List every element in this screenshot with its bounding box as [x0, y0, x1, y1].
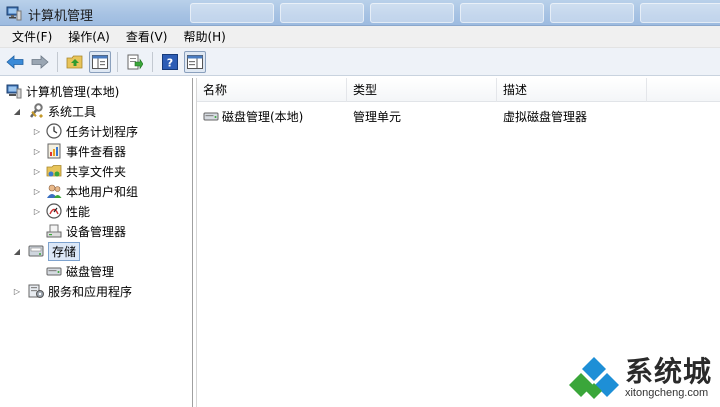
title-bar: 计算机管理: [0, 0, 720, 26]
tree-label: 设备管理器: [66, 224, 127, 239]
tree-node-shared-folders[interactable]: ▷ 共享文件夹: [32, 161, 126, 181]
export-list-button[interactable]: [124, 51, 146, 73]
up-level-button[interactable]: [64, 51, 86, 73]
tree-label: 事件查看器: [66, 144, 127, 159]
toolbar-separator: [152, 51, 153, 72]
column-headers: 名称 类型 描述: [197, 78, 720, 102]
forward-button[interactable]: [29, 51, 51, 73]
watermark-logo-icon: [568, 357, 619, 399]
ghost-tab: [190, 3, 274, 23]
toolbar: ?: [0, 48, 720, 76]
site-watermark: 系统城 xitongcheng.com: [568, 355, 712, 401]
tree-node-local-users[interactable]: ▷ 本地用户和组: [32, 181, 138, 201]
tree-node-task-scheduler[interactable]: ▷ 任务计划程序: [32, 121, 138, 141]
tree-label: 系统工具: [48, 104, 97, 119]
toolbar-separator: [57, 51, 58, 72]
performance-gauge-icon: [46, 203, 62, 219]
menu-help[interactable]: 帮助(H): [175, 27, 233, 47]
tree-node-disk-management[interactable]: 磁盘管理: [46, 261, 114, 281]
cell-description: 虚拟磁盘管理器: [503, 109, 588, 124]
ghost-tab: [550, 3, 634, 23]
event-viewer-icon: [47, 143, 61, 159]
computer-management-icon: [6, 6, 22, 21]
tree-label: 磁盘管理: [66, 264, 115, 279]
expand-arrow-icon[interactable]: ▷: [32, 186, 42, 196]
device-manager-icon: [46, 224, 62, 238]
tree-node-services-apps[interactable]: ▷ 服务和应用程序: [12, 281, 132, 301]
ghost-tab: [460, 3, 544, 23]
ghost-tab: [280, 3, 364, 23]
up-folder-icon: [66, 55, 83, 68]
shared-folder-icon: [46, 165, 62, 177]
help-button[interactable]: ?: [159, 51, 181, 73]
background-taskbar-tabs: [190, 3, 720, 25]
menu-action[interactable]: 操作(A): [60, 27, 118, 47]
services-icon: [28, 284, 44, 298]
window-title: 计算机管理: [28, 9, 94, 24]
tree-node-performance[interactable]: ▷ 性能: [32, 201, 90, 221]
tools-icon: [30, 103, 44, 119]
back-arrow-icon: [6, 54, 24, 69]
menu-view[interactable]: 查看(V): [118, 27, 176, 47]
tree-node-system-tools[interactable]: ◢ 系统工具: [12, 101, 96, 121]
tree-label: 服务和应用程序: [48, 284, 133, 299]
tree-node-root[interactable]: 计算机管理(本地): [6, 81, 119, 101]
tree-label: 本地用户和组: [66, 184, 139, 199]
disk-drive-icon: [46, 267, 62, 276]
action-pane-icon: [187, 54, 203, 69]
show-hide-tree-button[interactable]: [89, 50, 111, 73]
toolbar-separator: [117, 51, 118, 72]
show-tree-icon: [92, 54, 108, 69]
column-header-filler: [647, 78, 720, 102]
computer-management-icon: [6, 84, 22, 99]
collapse-arrow-icon[interactable]: ◢: [12, 246, 22, 256]
console-tree[interactable]: 计算机管理(本地) ◢ 系统工具 ▷ 任务计划程序 ▷ 事件查看器 ▷ 共享文件…: [0, 78, 193, 407]
expand-arrow-icon[interactable]: ▷: [12, 286, 22, 296]
clock-icon: [46, 123, 62, 139]
storage-icon: [28, 245, 44, 257]
tree-node-event-viewer[interactable]: ▷ 事件查看器: [32, 141, 126, 161]
tree-label: 性能: [66, 204, 91, 219]
column-header-name[interactable]: 名称: [197, 78, 347, 102]
disk-drive-icon: [203, 112, 219, 121]
expand-arrow-icon[interactable]: ▷: [32, 206, 42, 216]
ghost-tab: [640, 3, 720, 23]
help-icon: ?: [162, 53, 178, 70]
watermark-url: xitongcheng.com: [624, 387, 709, 399]
expand-arrow-icon[interactable]: ▷: [32, 166, 42, 176]
back-button[interactable]: [4, 51, 26, 73]
tree-label: 任务计划程序: [66, 124, 139, 139]
list-item[interactable]: 磁盘管理(本地) 管理单元 虚拟磁盘管理器: [197, 106, 720, 126]
tree-node-device-manager[interactable]: 设备管理器: [46, 221, 126, 241]
column-header-description[interactable]: 描述: [497, 78, 647, 102]
menu-bar: 文件(F) 操作(A) 查看(V) 帮助(H): [0, 26, 720, 48]
collapse-arrow-icon[interactable]: ◢: [12, 106, 22, 116]
cell-type: 管理单元: [353, 109, 402, 124]
svg-text:?: ?: [167, 56, 173, 69]
export-list-icon: [127, 54, 143, 69]
cell-name-text: 磁盘管理(本地): [222, 109, 304, 124]
watermark-brand: 系统城: [624, 355, 712, 388]
show-action-pane-button[interactable]: [184, 50, 206, 73]
column-header-type[interactable]: 类型: [347, 78, 497, 102]
tree-label: 共享文件夹: [66, 164, 127, 179]
cell-name: 磁盘管理(本地): [197, 108, 347, 125]
forward-arrow-icon: [31, 54, 49, 69]
menu-file[interactable]: 文件(F): [4, 27, 60, 47]
expand-arrow-icon[interactable]: ▷: [32, 126, 42, 136]
expand-arrow-icon[interactable]: ▷: [32, 146, 42, 156]
users-icon: [47, 184, 62, 198]
tree-label: 存储: [48, 241, 81, 261]
tree-label: 计算机管理(本地): [26, 84, 120, 99]
ghost-tab: [370, 3, 454, 23]
tree-node-storage[interactable]: ◢ 存储: [12, 241, 81, 261]
